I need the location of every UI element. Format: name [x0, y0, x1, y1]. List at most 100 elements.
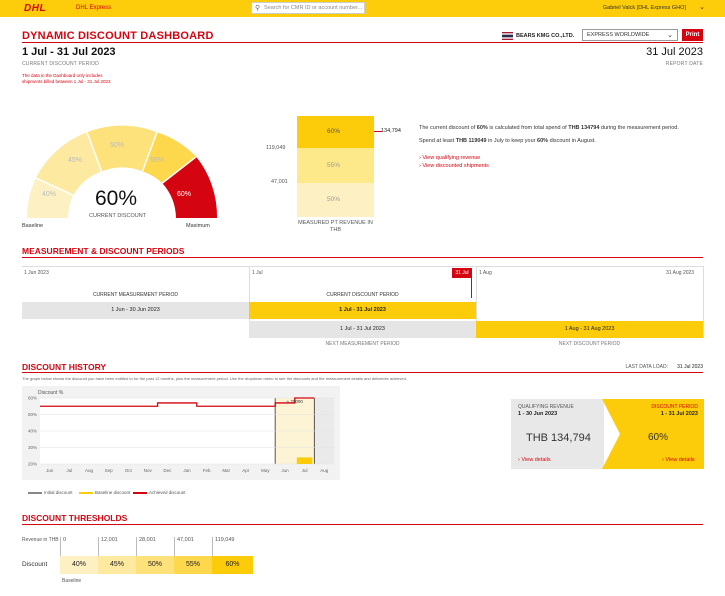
history-description: The graph below shows the discount you h… — [22, 376, 407, 381]
history-x-tick-label: Mar — [222, 468, 230, 473]
history-current-bar — [296, 457, 313, 464]
gauge-caption: CURRENT DISCOUNT — [89, 213, 147, 219]
periods-axis-start: 1 Jun 2023 — [24, 270, 49, 276]
report-date-caption: REPORT DATE — [665, 61, 703, 67]
gauge-maximum-label: Maximum — [186, 223, 210, 229]
next-measurement-box[interactable]: 1 Jul - 31 Jul 2023 — [249, 321, 476, 338]
revenue-marker-value: 134,794 — [381, 128, 401, 134]
threshold-revenue-0: 0 — [60, 537, 66, 556]
history-x-tick-label: Oct — [125, 468, 133, 473]
top-bar: DHL DHL Express ⚲ Search for CMR ID or a… — [0, 0, 725, 17]
current-discount-label: CURRENT DISCOUNT PERIOD — [326, 292, 399, 298]
history-x-tick-label: Aug — [320, 468, 329, 473]
threshold-revenue-1: 12,001 — [98, 537, 118, 556]
history-x-tick-label: Dec — [163, 468, 172, 473]
report-date: 31 Jul 2023 — [646, 46, 703, 58]
threshold-discount-55: 55% — [174, 556, 212, 574]
history-x-tick-label: Jan — [183, 468, 191, 473]
history-x-tick-label: Feb — [203, 468, 211, 473]
chevron-down-icon: ⌄ — [667, 32, 673, 39]
threshold-discount-60: 60% — [212, 556, 253, 574]
history-x-tick-label: May — [261, 468, 270, 473]
current-period-dates: 1 Jul - 31 Jul 2023 — [22, 46, 116, 58]
last-data-load-label: LAST DATA LOAD: — [625, 364, 668, 370]
legend-baseline-swatch — [79, 492, 93, 494]
history-y-tick-label: 20% — [28, 462, 37, 467]
qualifying-revenue-value: THB 134,794 — [526, 432, 591, 444]
history-y-tick-label: 50% — [28, 412, 37, 417]
qualifying-revenue-dates: 1 - 30 Jun 2023 — [518, 411, 558, 417]
periods-divider — [22, 257, 703, 258]
next-discount-box[interactable]: 1 Aug - 31 Aug 2023 — [476, 321, 703, 338]
search-icon: ⚲ — [255, 5, 261, 12]
history-x-tick-label: Jul — [302, 468, 308, 473]
next-measurement-label: NEXT MEASUREMENT PERIOD — [325, 341, 400, 347]
search-input[interactable]: ⚲ Search for CMR ID or account number... — [251, 2, 365, 14]
company-name: BEARS KMG CO.,LTD. — [516, 33, 575, 39]
revenue-bar-caption: MEASURED PT REVENUE IN THB — [298, 220, 373, 233]
dhl-logo[interactable]: DHL — [24, 3, 46, 14]
brand-name: DHL Express — [76, 5, 112, 11]
print-button[interactable]: Print — [682, 29, 703, 41]
history-annotation: ≈ 70000 — [287, 399, 304, 404]
gauge-label-55: 55% — [150, 157, 165, 164]
user-name[interactable]: Gabriel Valck [DHL Express GHO] — [603, 5, 686, 11]
history-divider — [22, 372, 703, 373]
product-select-value: EXPRESS WORLDWIDE — [587, 32, 650, 38]
thresholds-section-title: DISCOUNT THRESHOLDS — [22, 513, 128, 523]
revenue-level-label-55: 55% — [327, 162, 341, 169]
history-y-tick-label: 40% — [28, 429, 37, 434]
periods-axis-aug-start: 1 Aug — [479, 270, 492, 276]
chevron-down-icon[interactable]: ⌄ — [699, 3, 705, 11]
gauge-label-40: 40% — [42, 191, 57, 198]
thresholds-discount-label: Discount — [22, 561, 48, 568]
title-divider — [22, 42, 703, 43]
threshold-discount-45: 45% — [98, 556, 136, 574]
thresholds-baseline-label: Baseline — [62, 578, 82, 584]
qualifying-view-details-link[interactable]: › View details — [518, 457, 551, 463]
last-data-load-date: 31 Jul 2023 — [677, 364, 703, 370]
legend-achieved-swatch — [133, 492, 147, 494]
threshold-discount-40: 40% — [60, 556, 98, 574]
periods-section-title: MEASUREMENT & DISCOUNT PERIODS — [22, 246, 185, 256]
summary-line-1: The current discount of 60% is calculate… — [419, 125, 679, 131]
gauge-label-60: 60% — [177, 191, 192, 198]
history-x-tick-label: Nov — [144, 468, 153, 473]
threshold-revenue-4: 119,049 — [212, 537, 234, 556]
legend-initial-label: Initial discount — [44, 490, 73, 495]
product-select[interactable]: EXPRESS WORLDWIDE ⌄ — [582, 29, 678, 41]
discount-view-details-link[interactable]: › View details — [662, 457, 695, 463]
history-chart: 60% 50% 40% 30% 20% Jun Jul Aug Sep Oct Nov Dec Jan F… — [28, 396, 334, 473]
history-x-tick-label: Jun — [46, 468, 54, 473]
threshold-revenue-3: 47,001 — [174, 537, 194, 556]
periods-axis-today: 31 Jul — [452, 268, 472, 278]
gauge-label-45: 45% — [68, 157, 83, 164]
thresholds-revenue-label: Revenue in THB — [22, 537, 59, 543]
gauge-value: 60% — [95, 187, 138, 210]
current-discount-box[interactable]: 1 Jul - 31 Jul 2023 — [249, 302, 476, 319]
history-x-tick-label: Apr — [242, 468, 250, 473]
revenue-level-label-50: 50% — [327, 196, 341, 203]
legend-baseline-label: Baseline discount — [95, 490, 131, 495]
view-qualifying-revenue-link[interactable]: › View qualifying revenue — [419, 155, 480, 161]
legend-achieved-label: Achieved discount — [149, 490, 186, 495]
periods-axis-jul-start: 1 Jul — [252, 270, 263, 276]
history-x-tick-label: Aug — [85, 468, 94, 473]
legend-initial-swatch — [28, 492, 42, 494]
periods-axis-end: 31 Aug 2023 — [666, 270, 695, 276]
threshold-discount-50: 50% — [136, 556, 174, 574]
page-title: DYNAMIC DISCOUNT DASHBOARD — [22, 30, 214, 42]
revenue-level-label-60: 60% — [327, 128, 341, 135]
search-placeholder: Search for CMR ID or account number... — [264, 5, 363, 11]
current-measurement-box[interactable]: 1 Jun - 30 Jun 2023 — [22, 302, 249, 319]
current-period-caption: CURRENT DISCOUNT PERIOD — [22, 61, 99, 67]
threshold-revenue-2: 28,001 — [136, 537, 156, 556]
discount-period-value: 60% — [648, 432, 669, 443]
period-divider-end — [703, 266, 704, 338]
history-y-tick-label: 30% — [28, 445, 37, 450]
data-note: The data in the Dashboard only includes … — [22, 73, 111, 84]
gauge-label-50: 50% — [110, 142, 125, 149]
view-discounted-shipments-link[interactable]: › View discounted shipments — [419, 163, 489, 169]
history-x-tick-label: Jul — [67, 468, 73, 473]
summary-line-2: Spend at least THB 119049 in July to kee… — [419, 138, 596, 144]
